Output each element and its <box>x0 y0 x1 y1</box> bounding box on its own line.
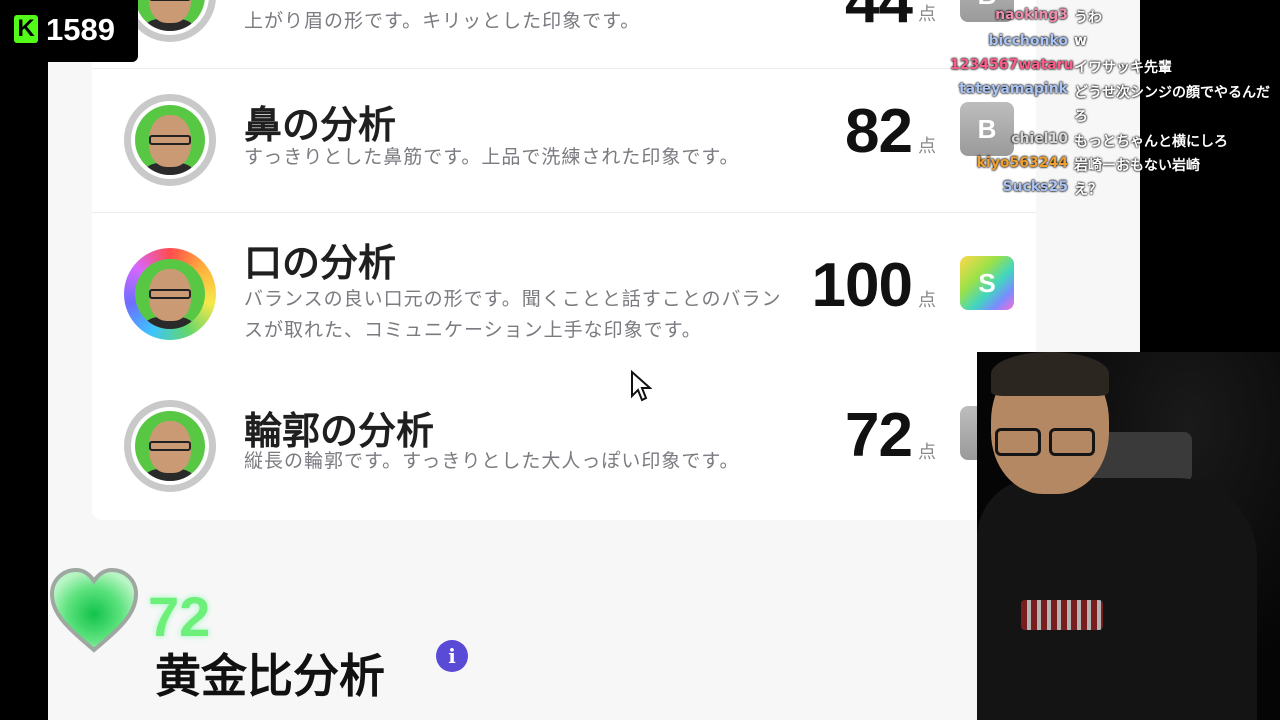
webcam-feed <box>977 352 1280 720</box>
viewer-counter: K 1589 <box>0 0 138 62</box>
chat-text: イワサッキ先輩 <box>1074 60 1172 76</box>
chat-text: 岩崎ーおもない岩崎 <box>1074 158 1200 174</box>
chat-username: kiyo563244 <box>976 155 1068 171</box>
chat-username: 1234567wataru <box>950 57 1074 73</box>
row-title: 口の分析 <box>244 241 397 285</box>
chat-username: naoking3 <box>995 7 1068 23</box>
chat-text: もっとちゃんと横にしろ <box>1074 134 1228 150</box>
chat-text: どうせ次シンジの顔でやるんだろ <box>1074 85 1270 125</box>
face-photo <box>135 259 205 329</box>
shirt-print <box>1021 600 1103 630</box>
glasses-right <box>1049 428 1095 456</box>
row-score: 100 <box>811 251 913 320</box>
avatar <box>124 400 216 492</box>
row-unit: 点 <box>918 4 936 25</box>
glasses-left <box>995 428 1041 456</box>
row-score: 82 <box>845 97 913 166</box>
like-count: 72 <box>148 585 211 648</box>
info-icon[interactable]: i <box>436 640 468 672</box>
divider <box>92 68 1036 69</box>
chat-username: Sucks25 <box>1002 179 1068 195</box>
row-title: 鼻の分析 <box>244 103 397 147</box>
section-title: 黄金比分析 <box>155 649 385 703</box>
stream-frame: 上がり眉の形です。キリッとした印象です。 44 点 B 鼻の分析 すっきりとした… <box>0 0 1280 720</box>
face-photo <box>135 411 205 481</box>
row-unit: 点 <box>918 136 936 157</box>
chat-text: え？ <box>1074 182 1102 198</box>
grade-badge: B <box>960 102 1014 156</box>
row-description: すっきりとした鼻筋です。上品で洗練された印象です。 <box>244 146 740 168</box>
row-description: 縦長の輪郭です。すっきりとした大人っぽい印象です。 <box>244 450 740 472</box>
analysis-card: 上がり眉の形です。キリッとした印象です。 44 点 B 鼻の分析 すっきりとした… <box>92 0 1036 520</box>
row-unit: 点 <box>918 442 936 463</box>
viewer-count: 1589 <box>46 12 115 47</box>
streamer-shirt <box>977 478 1257 720</box>
streamer-hair <box>991 352 1109 396</box>
row-score: 72 <box>845 401 913 470</box>
grade-badge-s: S <box>960 256 1014 310</box>
avatar <box>124 94 216 186</box>
chat-username: chiel10 <box>1011 131 1068 147</box>
row-unit: 点 <box>918 290 936 311</box>
row-description: バランスの良い口元の形です。聞くことと話すことのバランスが取れた、コミュニケーシ… <box>244 288 782 341</box>
chat-username: tateyamapink <box>958 81 1068 97</box>
chat-username: bicchonko <box>988 33 1068 49</box>
heart-icon <box>49 567 139 653</box>
face-photo <box>135 105 205 175</box>
kick-k-logo: K <box>14 15 38 43</box>
chat-text: w <box>1074 33 1087 49</box>
row-score: 44 <box>845 0 913 36</box>
row-description: 上がり眉の形です。キリッとした印象です。 <box>244 10 641 32</box>
divider <box>92 212 1036 213</box>
chat-text: うわ <box>1074 10 1102 26</box>
face-photo <box>135 0 205 31</box>
mouse-cursor-icon <box>631 370 652 402</box>
avatar-highlight <box>124 248 216 340</box>
